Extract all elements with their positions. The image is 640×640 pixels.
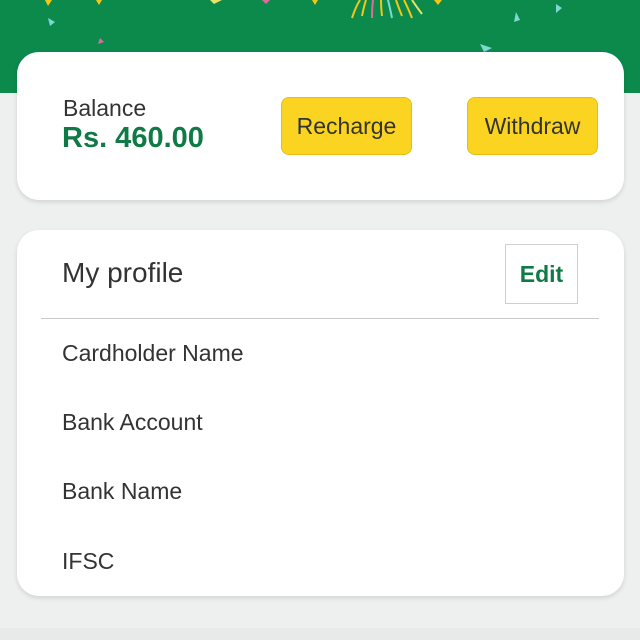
bank-account-field[interactable]: Bank Account — [62, 409, 203, 436]
cardholder-name-field[interactable]: Cardholder Name — [62, 340, 244, 367]
ifsc-field[interactable]: IFSC — [62, 548, 114, 575]
bank-name-field[interactable]: Bank Name — [62, 478, 182, 505]
profile-card: My profile Edit Cardholder Name Bank Acc… — [17, 230, 624, 596]
balance-amount: Rs. 460.00 — [62, 122, 204, 154]
recharge-button[interactable]: Recharge — [281, 97, 412, 155]
edit-profile-button[interactable]: Edit — [505, 244, 578, 304]
bottom-strip — [0, 628, 640, 640]
profile-title: My profile — [62, 257, 184, 288]
balance-card: Balance Rs. 460.00 Recharge Withdraw — [17, 52, 624, 200]
balance-label: Balance — [63, 95, 147, 121]
withdraw-button[interactable]: Withdraw — [467, 97, 598, 155]
page: Balance Rs. 460.00 Recharge Withdraw My … — [0, 0, 640, 640]
profile-divider — [41, 318, 599, 319]
